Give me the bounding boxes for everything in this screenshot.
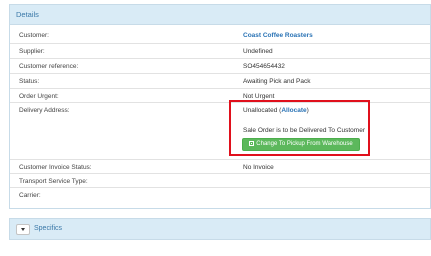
supplier-label: Supplier: [19,48,45,55]
carrier-row: Carrier: [10,187,430,202]
transport-service-type-row: Transport Service Type: [10,173,430,188]
caret-down-icon [21,228,25,231]
order-urgent-label: Order Urgent: [19,93,59,100]
order-urgent-value: Not Urgent [243,93,275,100]
edit-icon [249,141,255,146]
details-panel-title: Details [16,10,39,19]
specifics-panel: Specifics [9,218,431,240]
invoice-status-row: Customer Invoice Status: No Invoice [10,159,430,174]
status-value: Awaiting Pick and Pack [243,78,311,85]
customer-reference-row: Customer reference: SO454654432 [10,58,430,73]
invoice-status-label: Customer Invoice Status: [19,164,92,171]
details-panel-header: Details [10,5,430,25]
supplier-value: Undefined [243,48,273,55]
change-to-pickup-button-label: Change To Pickup From Warehouse [256,141,353,147]
change-to-pickup-button[interactable]: Change To Pickup From Warehouse [242,138,360,151]
status-row: Status: Awaiting Pick and Pack [10,73,430,88]
invoice-status-value: No Invoice [243,164,274,171]
transport-service-type-label: Transport Service Type: [19,178,88,185]
specifics-panel-title[interactable]: Specifics [34,225,62,232]
customer-reference-label: Customer reference: [19,63,79,70]
status-label: Status: [19,78,40,85]
customer-row: Customer: Coast Coffee Roasters [10,28,430,42]
customer-reference-value: SO454654432 [243,63,285,70]
carrier-label: Carrier: [19,192,41,199]
delivery-address-label: Delivery Address: [19,107,70,114]
customer-label: Customer: [19,32,49,39]
customer-link[interactable]: Coast Coffee Roasters [243,32,313,39]
specifics-toggle-button[interactable] [16,224,30,235]
supplier-row: Supplier: Undefined [10,43,430,58]
